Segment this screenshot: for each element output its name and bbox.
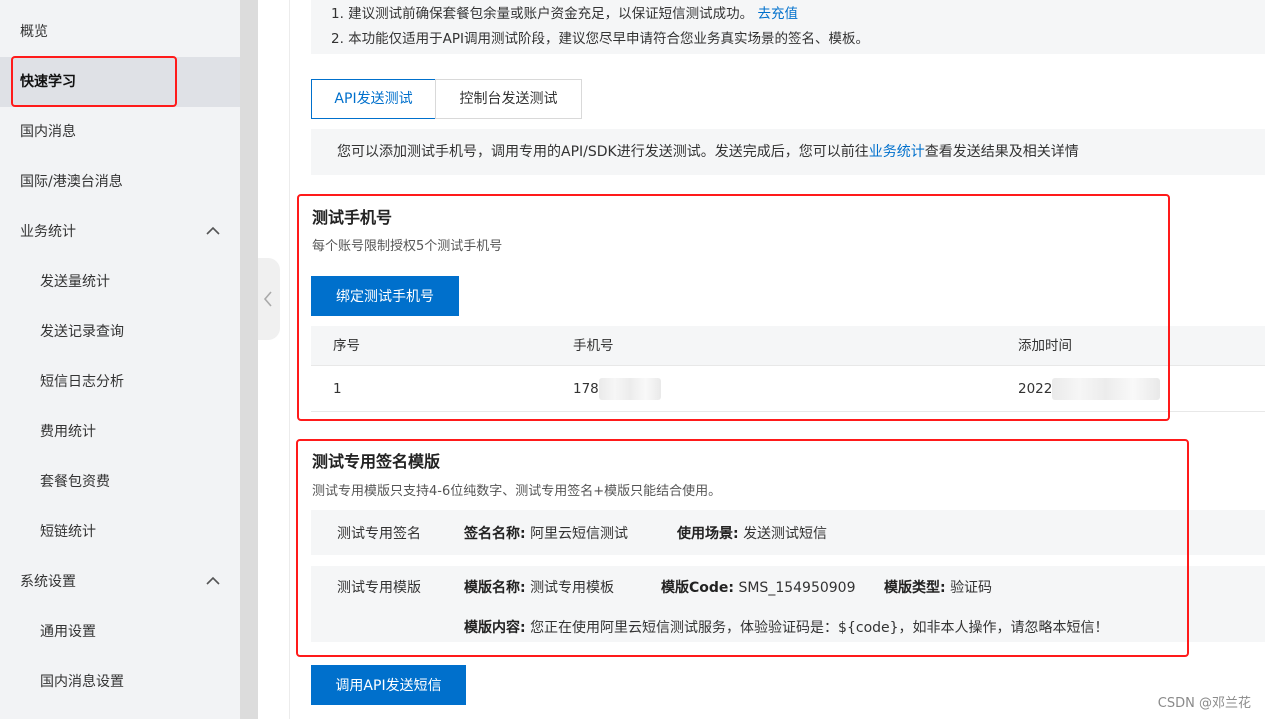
template-name: 模版名称: 测试专用模板: [464, 577, 614, 597]
sidebar-item-label: 发送量统计: [40, 274, 110, 290]
row-index: 1: [333, 381, 342, 397]
sidebar-item-cost-stats[interactable]: 费用统计: [0, 407, 240, 457]
sidebar-item-label: 通用设置: [40, 624, 96, 640]
signature-scene-value: 发送测试短信: [743, 526, 828, 542]
description-text-suffix: 查看发送结果及相关详情: [924, 144, 1079, 160]
description-bar: 您可以添加测试手机号，调用专用的API/SDK进行发送测试。发送完成后，您可以前…: [311, 129, 1265, 175]
sidebar-item-label: 费用统计: [40, 424, 96, 440]
template-type-value: 验证码: [950, 580, 993, 596]
template-code-key: 模版Code:: [661, 580, 735, 596]
sidebar-item-label: 国内消息设置: [40, 674, 124, 690]
template-name-value: 测试专用模板: [530, 580, 615, 596]
notice-panel: 1. 建议测试前确保套餐包余量或账户资金充足，以保证短信测试成功。 去充值 2.…: [311, 0, 1265, 54]
signature-scene-key: 使用场景:: [677, 526, 739, 542]
chevron-up-icon: [206, 226, 220, 235]
signature-name: 签名名称: 阿里云短信测试: [464, 523, 628, 543]
tab-label: API发送测试: [334, 91, 413, 107]
sidebar-item-label: 国内消息: [20, 124, 76, 140]
template-code-value: SMS_154950909: [738, 580, 856, 596]
phone-table-header: 序号 手机号 添加时间: [311, 326, 1265, 366]
chevron-left-icon: [263, 291, 272, 307]
signature-name-value: 阿里云短信测试: [530, 526, 629, 542]
test-phone-title: 测试手机号: [312, 208, 393, 227]
sidebar-scrollbar[interactable]: [240, 0, 258, 719]
test-template-row: 测试专用模版 模版名称: 测试专用模板 模版Code: SMS_15495090…: [311, 566, 1265, 642]
sidebar-item-label: 套餐包资费: [40, 474, 110, 490]
signature-scene: 使用场景: 发送测试短信: [677, 523, 827, 543]
row-added-time: 2022: [1018, 366, 1161, 412]
sidebar-item-label: 业务统计: [20, 224, 76, 240]
notice-line-1: 1. 建议测试前确保套餐包余量或账户资金充足，以保证短信测试成功。 去充值: [331, 2, 798, 22]
sidebar-item-shortlink-stats[interactable]: 短链统计: [0, 507, 240, 557]
sidebar-item-domestic[interactable]: 国内消息: [0, 107, 240, 157]
notice-text: 1. 建议测试前确保套餐包余量或账户资金充足，以保证短信测试成功。: [331, 6, 754, 22]
sidebar: 概览 快速学习 国内消息 国际/港澳台消息 业务统计 发送量统计 发送记录查询 …: [0, 0, 240, 719]
tab-label: 控制台发送测试: [459, 91, 558, 107]
sidebar-item-label: 快速学习: [20, 74, 76, 90]
sidebar-item-label: 发送记录查询: [40, 324, 124, 340]
template-content-key: 模版内容:: [464, 620, 526, 636]
row-phone: 178: [573, 366, 661, 412]
test-phone-subtitle: 每个账号限制授权5个测试手机号: [312, 239, 503, 254]
column-header-index: 序号: [333, 338, 360, 354]
template-type-key: 模版类型:: [884, 580, 946, 596]
sidebar-item-quick-learn[interactable]: 快速学习: [0, 57, 240, 107]
sidebar-item-label: 概览: [20, 24, 48, 40]
bind-test-phone-button[interactable]: 绑定测试手机号: [311, 276, 459, 316]
redacted-blur: [598, 378, 661, 400]
column-header-phone: 手机号: [573, 338, 614, 354]
template-label: 测试专用模版: [337, 580, 421, 596]
signature-name-key: 签名名称:: [464, 526, 526, 542]
template-content: 模版内容: 您正在使用阿里云短信测试服务，体验验证码是：${code}，如非本人…: [464, 617, 1109, 637]
recharge-link[interactable]: 去充值: [757, 6, 798, 22]
sidebar-item-log-analysis[interactable]: 短信日志分析: [0, 357, 240, 407]
sidebar-item-domestic-settings[interactable]: 国内消息设置: [0, 657, 240, 707]
template-name-key: 模版名称:: [464, 580, 526, 596]
phone-prefix: 178: [573, 381, 599, 397]
sidebar-collapse-button[interactable]: [258, 258, 280, 340]
column-header-added-time: 添加时间: [1018, 338, 1072, 354]
sidebar-item-label: 系统设置: [20, 574, 76, 590]
sidebar-item-package-pricing[interactable]: 套餐包资费: [0, 457, 240, 507]
sidebar-item-label: 国际/港澳台消息: [20, 174, 123, 190]
notice-line-2: 2. 本功能仅适用于API调用测试阶段，建议您尽早申请符合您业务真实场景的签名、…: [331, 31, 870, 47]
sidebar-item-send-volume[interactable]: 发送量统计: [0, 257, 240, 307]
sidebar-item-business-stats[interactable]: 业务统计: [0, 207, 240, 257]
time-prefix: 2022: [1018, 381, 1053, 397]
test-template-subtitle: 测试专用模版只支持4-6位纯数字、测试专用签名+模版只能结合使用。: [312, 484, 722, 499]
sidebar-item-label: 短链统计: [40, 524, 96, 540]
sidebar-item-label: 短信日志分析: [40, 374, 124, 390]
chevron-up-icon: [206, 576, 220, 585]
sidebar-item-system-settings[interactable]: 系统设置: [0, 557, 240, 607]
test-signature-row: 测试专用签名 签名名称: 阿里云短信测试 使用场景: 发送测试短信: [311, 510, 1265, 555]
business-stats-link[interactable]: 业务统计: [869, 144, 925, 160]
sidebar-item-international[interactable]: 国际/港澳台消息: [0, 157, 240, 207]
watermark: CSDN @邓兰花: [1157, 696, 1251, 711]
sidebar-item-overview[interactable]: 概览: [0, 7, 240, 57]
tab-api-send-test[interactable]: API发送测试: [311, 79, 436, 119]
content-divider: [289, 0, 290, 719]
sidebar-item-send-records[interactable]: 发送记录查询: [0, 307, 240, 357]
send-sms-api-button[interactable]: 调用API发送短信: [311, 665, 466, 705]
template-code: 模版Code: SMS_154950909: [661, 577, 856, 597]
table-row: 1 178 2022: [311, 366, 1265, 412]
sidebar-item-general-settings[interactable]: 通用设置: [0, 607, 240, 657]
description-text: 您可以添加测试手机号，调用专用的API/SDK进行发送测试。发送完成后，您可以前…: [337, 144, 869, 160]
test-template-title: 测试专用签名模版: [312, 452, 441, 471]
redacted-blur: [1052, 378, 1161, 400]
signature-label: 测试专用签名: [337, 526, 421, 542]
template-type: 模版类型: 验证码: [884, 577, 992, 597]
template-content-value: 您正在使用阿里云短信测试服务，体验验证码是：${code}，如非本人操作，请忽略…: [530, 620, 1109, 636]
tab-console-send-test[interactable]: 控制台发送测试: [435, 79, 582, 119]
